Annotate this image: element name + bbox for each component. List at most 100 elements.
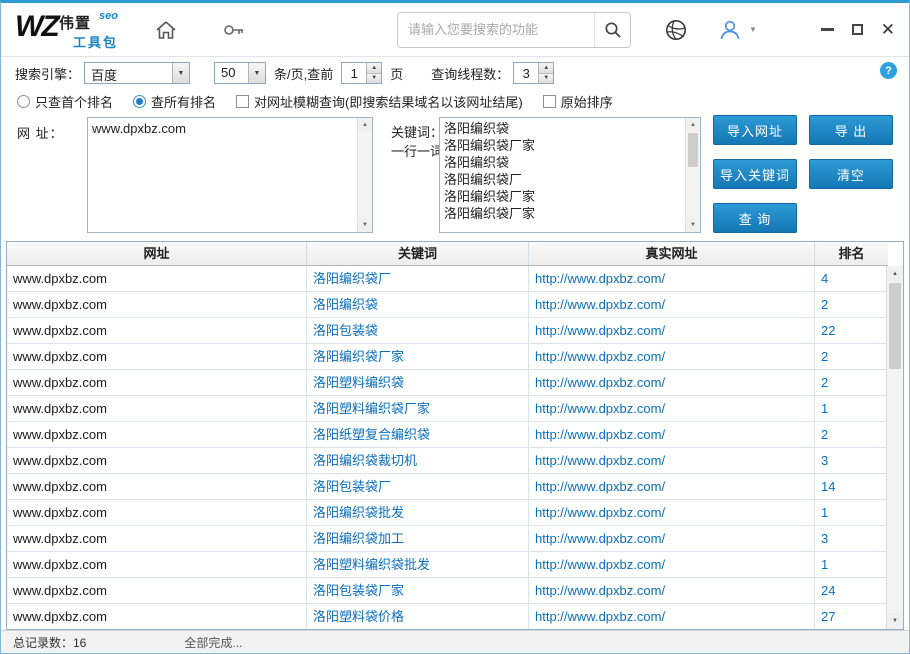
table-row[interactable]: www.dpxbz.com 洛阳编织袋裁切机 http://www.dpxbz.…	[7, 448, 886, 474]
help-icon[interactable]: ?	[880, 62, 897, 79]
table-row[interactable]: www.dpxbz.com 洛阳包装袋 http://www.dpxbz.com…	[7, 318, 886, 344]
option-fuzzy-url-match[interactable]: 对网址模糊查询(即搜索结果域名以该网址结尾)	[236, 92, 523, 111]
table-row[interactable]: www.dpxbz.com 洛阳编织袋厂家 http://www.dpxbz.c…	[7, 344, 886, 370]
table-row[interactable]: www.dpxbz.com 洛阳包装袋厂家 http://www.dpxbz.c…	[7, 578, 886, 604]
scrollbar-thumb[interactable]	[889, 283, 901, 369]
cell-rank: 3	[821, 453, 829, 468]
import-keywords-button[interactable]: 导入关键词	[713, 159, 797, 189]
query-button[interactable]: 查 询	[713, 203, 797, 233]
header-rank[interactable]: 排名	[815, 242, 888, 265]
table-row[interactable]: www.dpxbz.com 洛阳纸塑复合编织袋 http://www.dpxbz…	[7, 422, 886, 448]
keyword-textarea[interactable]: 洛阳编织袋 洛阳编织袋厂家 洛阳编织袋 洛阳编织袋厂 洛阳编织袋厂家 洛阳编织袋…	[440, 118, 685, 232]
thread-count-input[interactable]	[514, 63, 539, 83]
cell-keyword[interactable]: 洛阳编织袋厂	[307, 266, 529, 291]
table-vertical-scrollbar[interactable]: ▲ ▼	[886, 266, 903, 629]
header-real-url[interactable]: 真实网址	[529, 242, 815, 265]
scroll-down-icon[interactable]: ▼	[686, 218, 700, 232]
dropdown-arrow-icon[interactable]: ▼	[248, 63, 266, 83]
option-all-ranks-label: 查所有排名	[151, 94, 217, 110]
cell-real-url-link[interactable]: http://www.dpxbz.com/	[529, 474, 815, 499]
table-row[interactable]: www.dpxbz.com 洛阳塑料袋价格 http://www.dpxbz.c…	[7, 604, 886, 629]
cell-url: www.dpxbz.com	[7, 526, 307, 551]
scroll-down-icon[interactable]: ▼	[358, 218, 372, 232]
cell-real-url-link[interactable]: http://www.dpxbz.com/	[529, 500, 815, 525]
cell-real-url-link[interactable]: http://www.dpxbz.com/	[529, 292, 815, 317]
url-textarea[interactable]: www.dpxbz.com	[88, 118, 357, 232]
cell-real-url-link[interactable]: http://www.dpxbz.com/	[529, 344, 815, 369]
cell-real-url-link[interactable]: http://www.dpxbz.com/	[529, 552, 815, 577]
scroll-up-icon[interactable]: ▲	[887, 266, 903, 282]
table-row[interactable]: www.dpxbz.com 洛阳塑料编织袋批发 http://www.dpxbz…	[7, 552, 886, 578]
cell-keyword[interactable]: 洛阳塑料编织袋	[307, 370, 529, 395]
cell-keyword[interactable]: 洛阳编织袋	[307, 292, 529, 317]
globe-icon[interactable]	[661, 15, 691, 45]
cell-keyword[interactable]: 洛阳编织袋加工	[307, 526, 529, 551]
cell-keyword[interactable]: 洛阳纸塑复合编织袋	[307, 422, 529, 447]
cell-real-url-link[interactable]: http://www.dpxbz.com/	[529, 370, 815, 395]
key-icon[interactable]	[219, 15, 249, 45]
cell-keyword[interactable]: 洛阳编织袋裁切机	[307, 448, 529, 473]
user-account-menu[interactable]: ▼	[717, 17, 757, 43]
search-icon[interactable]	[594, 12, 630, 47]
scroll-up-icon[interactable]: ▲	[686, 118, 700, 132]
clear-button[interactable]: 清空	[809, 159, 893, 189]
maximize-button[interactable]	[851, 24, 863, 35]
spin-up-icon[interactable]: ▲	[539, 63, 554, 74]
cell-real-url-link[interactable]: http://www.dpxbz.com/	[529, 396, 815, 421]
table-row[interactable]: www.dpxbz.com 洛阳编织袋加工 http://www.dpxbz.c…	[7, 526, 886, 552]
cell-url: www.dpxbz.com	[7, 318, 307, 343]
radio-unchecked-icon[interactable]	[17, 94, 30, 108]
cell-keyword[interactable]: 洛阳塑料编织袋批发	[307, 552, 529, 577]
checkbox-unchecked-icon[interactable]	[236, 94, 250, 108]
cell-rank: 3	[821, 531, 829, 546]
header-url[interactable]: 网址	[7, 242, 307, 265]
page-size-dropdown[interactable]: 50 ▼	[214, 62, 267, 84]
function-search-input[interactable]	[398, 12, 594, 47]
table-row[interactable]: www.dpxbz.com 洛阳编织袋厂 http://www.dpxbz.co…	[7, 266, 886, 292]
spin-down-icon[interactable]: ▼	[539, 73, 554, 83]
export-button[interactable]: 导 出	[809, 115, 893, 145]
table-row[interactable]: www.dpxbz.com 洛阳编织袋 http://www.dpxbz.com…	[7, 292, 886, 318]
cell-keyword[interactable]: 洛阳塑料袋价格	[307, 604, 529, 629]
home-icon[interactable]	[151, 15, 181, 45]
cell-real-url-link[interactable]: http://www.dpxbz.com/	[529, 422, 815, 447]
search-engine-dropdown[interactable]: 百度 ▼	[84, 62, 191, 84]
header-keyword[interactable]: 关键词	[307, 242, 529, 265]
scrollbar-thumb[interactable]	[688, 133, 698, 167]
cell-real-url-link[interactable]: http://www.dpxbz.com/	[529, 318, 815, 343]
cell-keyword[interactable]: 洛阳包装袋厂家	[307, 578, 529, 603]
table-row[interactable]: www.dpxbz.com 洛阳编织袋批发 http://www.dpxbz.c…	[7, 500, 886, 526]
chevron-down-icon[interactable]: ▼	[749, 25, 757, 34]
spin-up-icon[interactable]: ▲	[367, 63, 382, 74]
import-url-button[interactable]: 导入网址	[713, 115, 797, 145]
option-first-rank-only[interactable]: 只查首个排名	[17, 92, 113, 111]
option-original-order[interactable]: 原始排序	[542, 92, 613, 111]
radio-checked-icon[interactable]	[133, 94, 147, 108]
cell-real-url-link[interactable]: http://www.dpxbz.com/	[529, 578, 815, 603]
cell-real-url-link[interactable]: http://www.dpxbz.com/	[529, 604, 815, 629]
cell-keyword[interactable]: 洛阳编织袋厂家	[307, 344, 529, 369]
spin-down-icon[interactable]: ▼	[367, 73, 382, 83]
url-scrollbar[interactable]: ▲ ▼	[357, 118, 372, 232]
table-row[interactable]: www.dpxbz.com 洛阳塑料编织袋 http://www.dpxbz.c…	[7, 370, 886, 396]
dropdown-arrow-icon[interactable]: ▼	[172, 63, 190, 83]
scroll-down-icon[interactable]: ▼	[887, 613, 903, 629]
cell-real-url-link[interactable]: http://www.dpxbz.com/	[529, 526, 815, 551]
minimize-button[interactable]	[820, 28, 834, 31]
cell-keyword[interactable]: 洛阳编织袋批发	[307, 500, 529, 525]
checkbox-unchecked-icon[interactable]	[542, 94, 556, 108]
table-row[interactable]: www.dpxbz.com 洛阳塑料编织袋厂家 http://www.dpxbz…	[7, 396, 886, 422]
page-count-input[interactable]	[342, 63, 367, 83]
cell-rank: 1	[821, 557, 829, 572]
cell-real-url-link[interactable]: http://www.dpxbz.com/	[529, 266, 815, 291]
table-row[interactable]: www.dpxbz.com 洛阳包装袋厂 http://www.dpxbz.co…	[7, 474, 886, 500]
cell-keyword[interactable]: 洛阳塑料编织袋厂家	[307, 396, 529, 421]
cell-real-url-link[interactable]: http://www.dpxbz.com/	[529, 448, 815, 473]
cell-rank: 27	[821, 609, 836, 624]
option-all-ranks[interactable]: 查所有排名	[133, 92, 216, 111]
cell-keyword[interactable]: 洛阳包装袋厂	[307, 474, 529, 499]
close-button[interactable]: ✕	[881, 21, 895, 38]
scroll-up-icon[interactable]: ▲	[358, 118, 372, 132]
keyword-scrollbar[interactable]: ▲ ▼	[685, 118, 700, 232]
cell-keyword[interactable]: 洛阳包装袋	[307, 318, 529, 343]
